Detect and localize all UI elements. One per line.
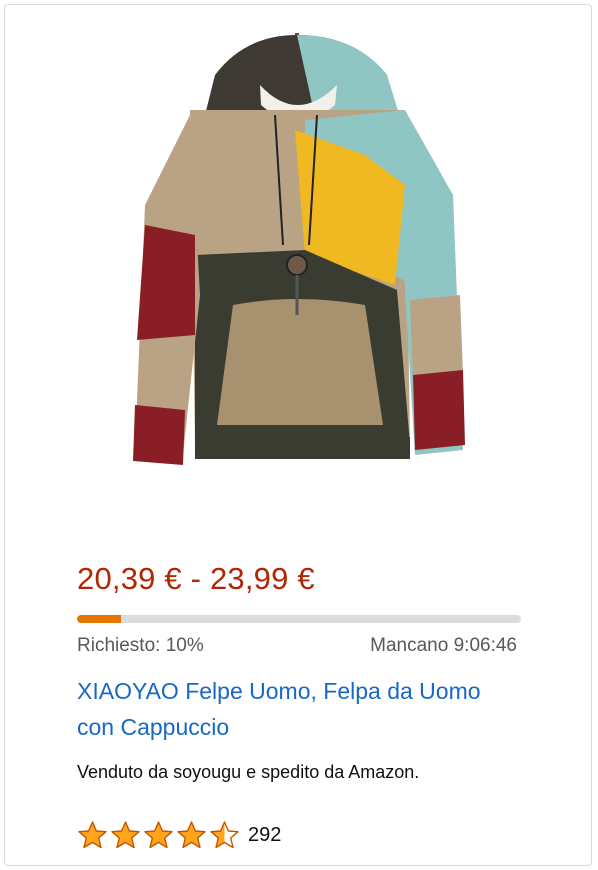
rating-row[interactable]: 292 bbox=[77, 819, 281, 851]
product-image[interactable] bbox=[5, 5, 591, 545]
deal-countdown: Mancano 9:06:46 bbox=[370, 635, 517, 656]
star-half-icon bbox=[210, 821, 239, 849]
star-full-icon bbox=[177, 821, 206, 849]
review-count[interactable]: 292 bbox=[248, 824, 281, 847]
product-title-link[interactable]: XIAOYAO Felpe Uomo, Felpa da Uomo con Ca… bbox=[77, 673, 497, 745]
star-full-icon bbox=[144, 821, 173, 849]
claimed-progress-fill bbox=[77, 615, 122, 623]
deal-price: 20,39 € - 23,99 € bbox=[77, 561, 315, 596]
star-full-icon bbox=[111, 821, 140, 849]
star-full-icon bbox=[78, 821, 107, 849]
claimed-percent: Richiesto: 10% bbox=[77, 635, 204, 656]
star-rating[interactable] bbox=[77, 820, 242, 850]
claimed-progress-bar bbox=[77, 615, 521, 623]
deal-card[interactable]: 20,39 € - 23,99 € Richiesto: 10% Mancano… bbox=[4, 4, 592, 866]
seller-info: Venduto da soyougu e spedito da Amazon. bbox=[77, 762, 420, 782]
hoodie-illustration bbox=[133, 33, 465, 465]
